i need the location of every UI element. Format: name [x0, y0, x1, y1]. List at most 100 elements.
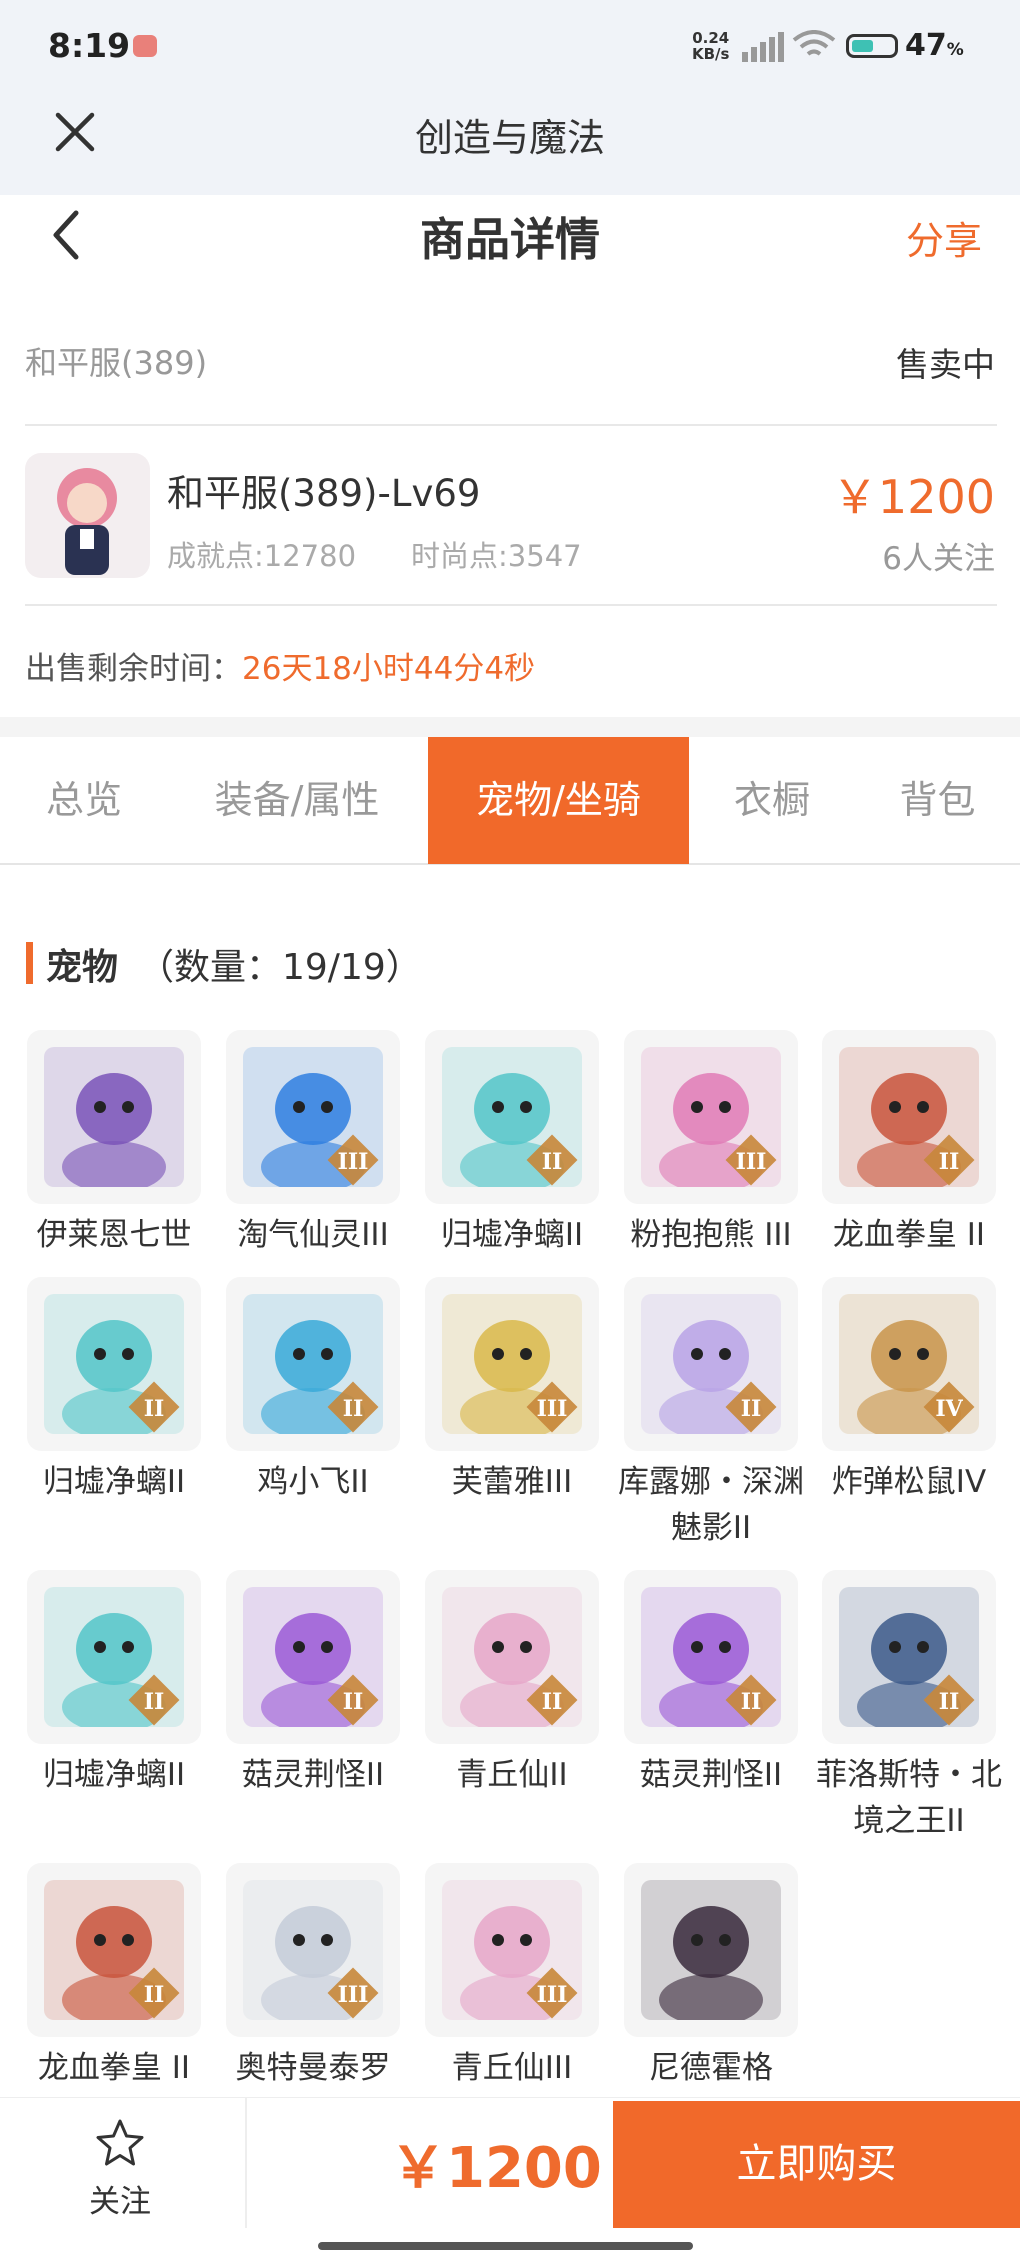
server-row: 和平服(389) 售卖中	[25, 338, 995, 388]
section-gap	[0, 717, 1020, 737]
tab-pets-mounts[interactable]: 宠物/坐骑	[428, 737, 689, 864]
pet-item[interactable]: III 芙蕾雅III	[425, 1277, 599, 1505]
tab-backpack[interactable]: 背包	[855, 737, 1020, 864]
wifi-icon	[792, 30, 836, 56]
section-title: 宠物	[46, 947, 119, 988]
buy-now-button[interactable]: 立即购买	[613, 2101, 1020, 2228]
tab-equipment[interactable]: 装备/属性	[168, 737, 426, 864]
pet-item[interactable]: 尼德霍格	[624, 1863, 798, 2091]
svg-text:II: II	[542, 1149, 563, 1175]
divider	[25, 424, 997, 426]
svg-text:II: II	[542, 1689, 563, 1715]
svg-text:IV: IV	[935, 1396, 963, 1422]
pet-name: 库露娜・深渊魅影II	[618, 1464, 804, 1546]
pet-name: 归墟净螭II	[42, 1757, 186, 1793]
pet-name: 炸弹松鼠IV	[831, 1464, 987, 1500]
pet-item[interactable]: II 菇灵荆怪II	[226, 1570, 400, 1798]
pet-item[interactable]: II 菲洛斯特・北境之王II	[816, 1570, 1002, 1844]
svg-text:III: III	[736, 1149, 767, 1175]
bottom-price: ￥1200	[390, 2136, 602, 2201]
svg-text:III: III	[537, 1396, 568, 1422]
home-indicator[interactable]	[318, 2242, 693, 2250]
pet-item[interactable]: II 龙血拳皇 II	[27, 1863, 201, 2091]
pet-name: 龙血拳皇 II	[832, 1217, 986, 1253]
pet-item[interactable]: III 淘气仙灵III	[226, 1030, 400, 1258]
pet-item[interactable]: II 归墟净螭II	[27, 1277, 201, 1505]
fox-spirit-portrait: II	[425, 1570, 599, 1744]
tab-wardrobe[interactable]: 衣橱	[689, 737, 855, 864]
pet-item[interactable]: II 青丘仙II	[425, 1570, 599, 1798]
red-beast-portrait: II	[27, 1863, 201, 2037]
ice-king-portrait: II	[822, 1570, 996, 1744]
remaining-time-value: 26天18小时44分4秒	[242, 651, 536, 687]
pet-name: 青丘仙III	[451, 2050, 573, 2086]
ghost-girl-portrait: II	[624, 1277, 798, 1451]
dark-dragon-portrait	[624, 1863, 798, 2037]
pet-item[interactable]: II 归墟净螭II	[27, 1570, 201, 1798]
remaining-time-label: 出售剩余时间：	[25, 651, 242, 687]
pet-name: 淘气仙灵III	[237, 1217, 389, 1253]
pet-name: 龙血拳皇 II	[37, 2050, 191, 2086]
item-card[interactable]: 和平服(389)-Lv69 成就点:12780 时尚点:3547 ￥1200 6人…	[25, 453, 995, 578]
svg-text:II: II	[741, 1689, 762, 1715]
tab-bar: 总览 装备/属性 宠物/坐骑 衣橱 背包	[0, 737, 1020, 865]
svg-text:II: II	[939, 1149, 960, 1175]
divider	[245, 2098, 247, 2228]
page-title: 商品详情	[419, 213, 600, 266]
server-name: 和平服(389)	[25, 344, 208, 382]
goddess-portrait: III	[425, 1277, 599, 1451]
notification-icon	[133, 35, 157, 57]
pet-name: 粉抱抱熊 III	[630, 1217, 792, 1253]
achievement-points: 成就点:12780	[167, 539, 357, 573]
pet-item[interactable]: III 奥特曼泰罗	[226, 1863, 400, 2091]
section-count: （数量：19/19）	[138, 947, 422, 988]
svg-text:III: III	[338, 1149, 369, 1175]
battery-level: 47%	[905, 28, 964, 63]
sorceress-portrait	[27, 1030, 201, 1204]
status-time: 8:19	[48, 26, 131, 65]
pet-name: 青丘仙II	[456, 1757, 568, 1793]
divider	[25, 604, 997, 606]
tab-overview[interactable]: 总览	[0, 737, 168, 864]
svg-text:II: II	[343, 1689, 364, 1715]
pet-item[interactable]: 伊莱恩七世	[27, 1030, 201, 1258]
page-nav: 商品详情 分享	[0, 195, 1020, 295]
pet-item[interactable]: II 库露娜・深渊魅影II	[618, 1277, 804, 1551]
red-beast-portrait: II	[822, 1030, 996, 1204]
battery-icon	[846, 34, 898, 58]
pet-item[interactable]: II 鸡小飞II	[226, 1277, 400, 1505]
avatar	[25, 453, 150, 578]
svg-text:II: II	[343, 1396, 364, 1422]
cyan-dragon-portrait: II	[27, 1570, 201, 1744]
pet-item[interactable]: IV 炸弹松鼠IV	[822, 1277, 996, 1505]
svg-text:III: III	[537, 1982, 568, 2008]
pet-name: 归墟净螭II	[440, 1217, 584, 1253]
app-title: 创造与魔法	[414, 116, 605, 160]
pet-item[interactable]: II 龙血拳皇 II	[822, 1030, 996, 1258]
signal-icon	[742, 32, 784, 62]
svg-text:II: II	[144, 1982, 165, 2008]
remaining-time: 出售剩余时间：26天18小时44分4秒	[25, 643, 535, 688]
svg-text:III: III	[338, 1982, 369, 2008]
svg-text:II: II	[939, 1689, 960, 1715]
item-stats: 成就点:12780 时尚点:3547	[167, 533, 582, 575]
svg-text:II: II	[144, 1689, 165, 1715]
pet-name: 归墟净螭II	[42, 1464, 186, 1500]
pet-item[interactable]: III 粉抱抱熊 III	[624, 1030, 798, 1258]
share-button[interactable]: 分享	[906, 210, 982, 265]
pet-item[interactable]: II 菇灵荆怪II	[624, 1570, 798, 1798]
app-header: 创造与魔法	[0, 95, 1020, 195]
network-speed: 0.24 KB/s	[692, 29, 730, 63]
pink-bear-portrait: III	[624, 1030, 798, 1204]
pet-name: 菲洛斯特・北境之王II	[816, 1757, 1002, 1839]
pet-item[interactable]: III 青丘仙III	[425, 1863, 599, 2091]
pet-item[interactable]: II 归墟净螭II	[425, 1030, 599, 1258]
pet-name: 伊莱恩七世	[36, 1217, 192, 1253]
follow-button[interactable]: 关注	[40, 2118, 200, 2220]
pet-name: 奥特曼泰罗	[235, 2050, 391, 2086]
ultraman-portrait: III	[226, 1863, 400, 2037]
follower-count: 6人关注	[882, 541, 995, 577]
cyan-dragon-portrait: II	[27, 1277, 201, 1451]
fox-spirit-portrait: III	[425, 1863, 599, 2037]
follow-label: 关注	[89, 2184, 151, 2220]
